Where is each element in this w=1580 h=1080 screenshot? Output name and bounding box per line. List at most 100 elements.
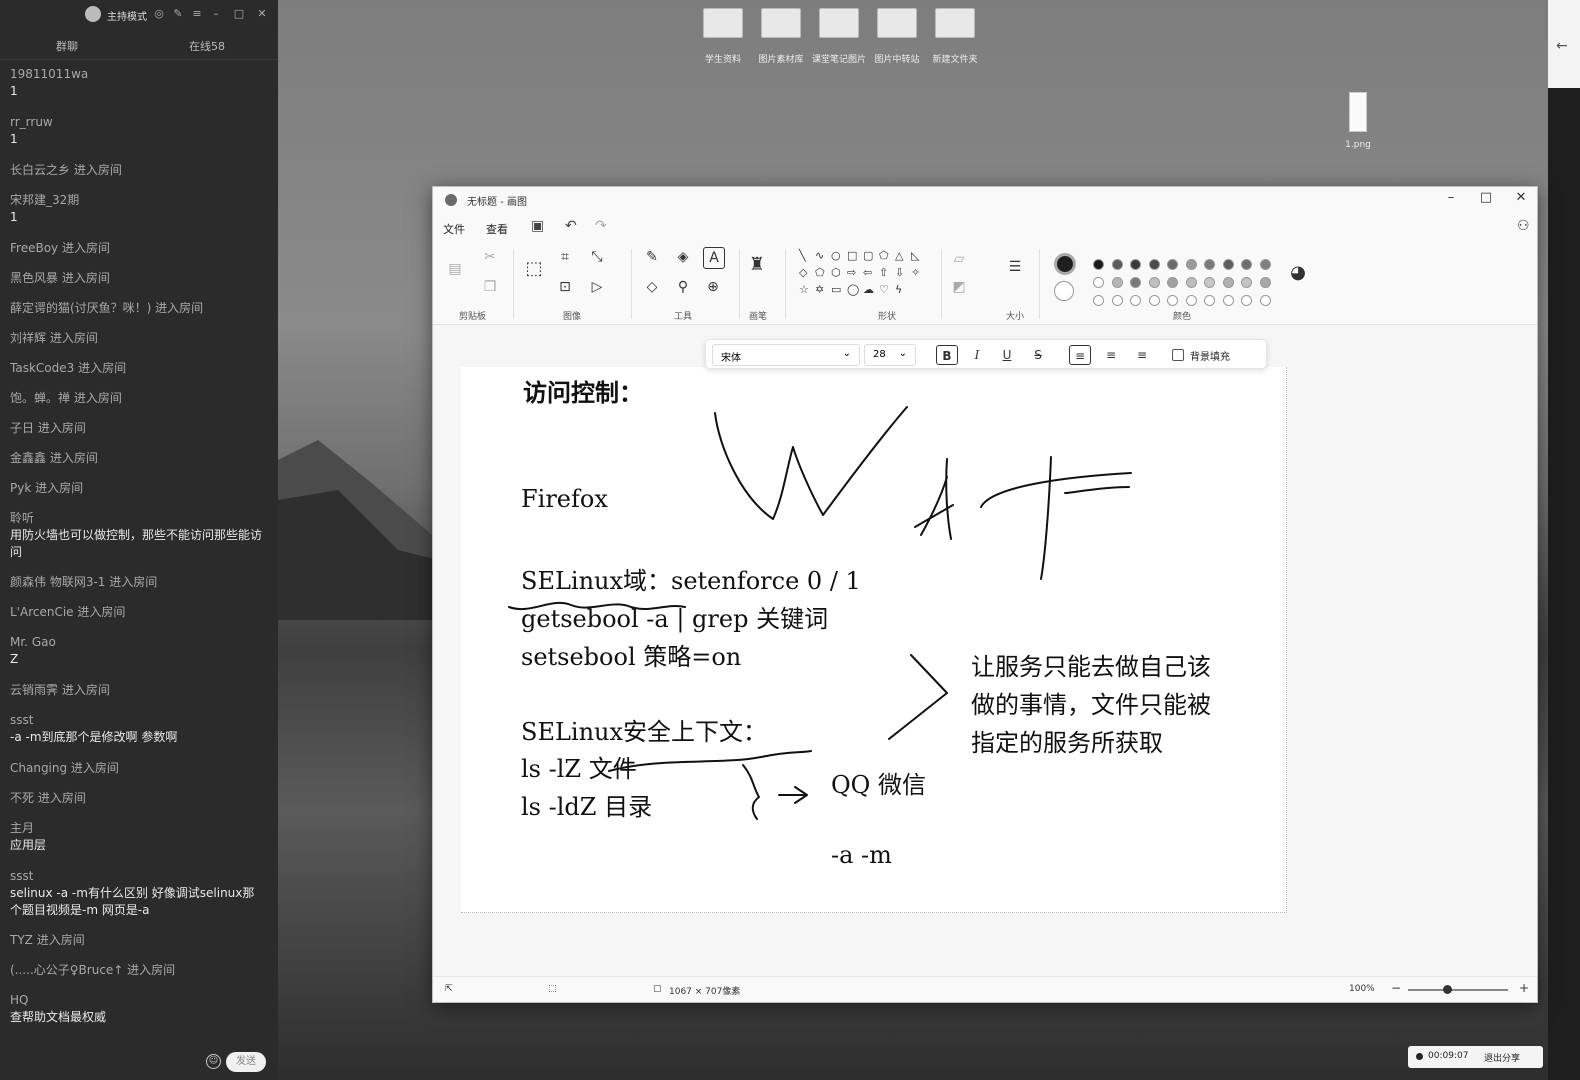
shapes-gallery[interactable]: ╲ ∿ ○ □ ▢ ⬠ △ ◺ ◇ ⬠ ⬡ ⇨ ⇦ ⇧ ⇩ ✧ ☆ ✡ ▭ ◯ … — [795, 249, 935, 305]
emoji-icon[interactable]: ☺ — [206, 1054, 221, 1069]
strikethrough-button[interactable]: S — [1027, 345, 1049, 365]
font-size-select[interactable]: 28 ⌄ — [864, 344, 916, 366]
share-icon[interactable]: ⚇ — [1517, 218, 1530, 234]
palette-color-swatch[interactable] — [1185, 295, 1197, 306]
line-size-icon[interactable]: ☰ — [1005, 257, 1025, 277]
shape-fill-icon[interactable]: ◩ — [949, 277, 969, 297]
close-button[interactable]: ✕ — [1506, 190, 1536, 205]
image-select-icon[interactable]: ⊡ — [555, 277, 575, 297]
callout-rect-shape-icon[interactable]: ▭ — [831, 283, 841, 296]
color-1-swatch[interactable] — [1054, 253, 1076, 275]
align-right-icon[interactable]: ≡ — [1131, 345, 1153, 365]
zoom-slider-handle[interactable] — [1443, 985, 1452, 994]
right-triangle-shape-icon[interactable]: ◺ — [911, 249, 919, 262]
cut-icon[interactable]: ✂ — [480, 247, 500, 267]
outline-icon[interactable]: ▱ — [949, 249, 969, 269]
arrow-down-shape-icon[interactable]: ⇩ — [895, 266, 904, 279]
zoom-slider[interactable] — [1408, 989, 1508, 991]
palette-color-swatch[interactable] — [1222, 277, 1234, 288]
palette-color-swatch[interactable] — [1148, 277, 1160, 288]
palette-color-swatch[interactable] — [1259, 277, 1271, 288]
menu-file[interactable]: 文件 — [443, 221, 465, 237]
palette-color-swatch[interactable] — [1222, 295, 1234, 306]
arrow-up-shape-icon[interactable]: ⇧ — [879, 266, 888, 279]
pentagon-shape-icon[interactable]: ⬠ — [815, 266, 825, 279]
resize-icon[interactable]: ⤡ — [587, 247, 607, 267]
underline-button[interactable]: U — [996, 345, 1018, 365]
desktop-folder-icon[interactable]: 课堂笔记图片 — [812, 8, 866, 70]
zoom-in-icon[interactable]: + — [1519, 981, 1529, 995]
heart-shape-icon[interactable]: ♡ — [879, 283, 889, 296]
arrow-right-shape-icon[interactable]: ⇨ — [847, 266, 856, 279]
settings-icon[interactable]: ◎ — [152, 7, 166, 20]
crop-icon[interactable]: ⌗ — [555, 247, 575, 267]
bold-button[interactable]: B — [936, 345, 958, 365]
hexagon-shape-icon[interactable]: ⬡ — [831, 266, 841, 279]
select-icon[interactable]: ⬚ — [524, 259, 544, 279]
arrow-left-shape-icon[interactable]: ⇦ — [863, 266, 872, 279]
palette-color-swatch[interactable] — [1130, 295, 1141, 306]
round-rect-shape-icon[interactable]: ▢ — [863, 249, 873, 262]
tab-online[interactable]: 在线58 — [189, 38, 225, 54]
triangle-shape-icon[interactable]: △ — [895, 249, 903, 262]
maximize-button[interactable]: □ — [1471, 190, 1501, 205]
callout-oval-shape-icon[interactable]: ◯ — [847, 283, 859, 296]
desktop-folder-icon[interactable]: 新建文件夹 — [928, 8, 982, 70]
pencil-icon[interactable]: ✎ — [642, 247, 662, 267]
minimize-icon[interactable]: – — [209, 7, 223, 20]
star6-shape-icon[interactable]: ✡ — [815, 283, 824, 296]
italic-button[interactable]: I — [966, 345, 988, 365]
palette-color-swatch[interactable] — [1167, 277, 1178, 288]
zoom-level[interactable]: 100% — [1349, 984, 1375, 994]
palette-color-swatch[interactable] — [1204, 277, 1215, 288]
close-icon[interactable]: ✕ — [255, 7, 269, 20]
palette-color-swatch[interactable] — [1111, 277, 1123, 288]
rotate-icon[interactable]: ▷ — [587, 277, 607, 297]
palette-color-swatch[interactable] — [1241, 259, 1252, 270]
palette-color-swatch[interactable] — [1111, 259, 1123, 270]
desktop-folder-icon[interactable]: 学生资料 — [696, 8, 750, 70]
palette-color-swatch[interactable] — [1185, 259, 1197, 270]
save-icon[interactable]: ▣ — [531, 218, 544, 234]
brush-icon[interactable]: ♜ — [747, 255, 767, 275]
desktop-folder-icon[interactable]: 图片素材库 — [754, 8, 808, 70]
magnifier-icon[interactable]: ⊕ — [703, 277, 723, 297]
menu-view[interactable]: 查看 — [486, 221, 508, 237]
desktop-file-icon[interactable]: 1.png — [1340, 92, 1376, 150]
lightning-shape-icon[interactable]: ϟ — [895, 283, 902, 296]
star5-shape-icon[interactable]: ☆ — [799, 283, 809, 296]
paste-icon[interactable]: ▤ — [445, 259, 465, 279]
minimize-button[interactable]: – — [1436, 190, 1466, 205]
copy-icon[interactable]: ❐ — [480, 277, 500, 297]
palette-color-swatch[interactable] — [1185, 277, 1197, 288]
callout-cloud-shape-icon[interactable]: ☁ — [863, 283, 874, 296]
eraser-icon[interactable]: ◇ — [642, 277, 662, 297]
palette-color-swatch[interactable] — [1241, 277, 1252, 288]
palette-color-swatch[interactable] — [1259, 295, 1271, 306]
zoom-out-icon[interactable]: − — [1391, 981, 1401, 995]
text-tool-icon[interactable]: A — [703, 247, 725, 269]
palette-color-swatch[interactable] — [1093, 295, 1104, 306]
palette-color-swatch[interactable] — [1093, 259, 1104, 270]
oval-shape-icon[interactable]: ○ — [831, 249, 841, 262]
palette-color-swatch[interactable] — [1259, 259, 1271, 270]
palette-color-swatch[interactable] — [1148, 259, 1160, 270]
palette-color-swatch[interactable] — [1204, 259, 1215, 270]
menu-icon[interactable]: ≡ — [190, 7, 204, 20]
back-arrow-icon[interactable]: ← — [1556, 38, 1568, 54]
palette-color-swatch[interactable] — [1130, 259, 1141, 270]
send-button[interactable]: 发送 — [226, 1052, 266, 1072]
palette-color-swatch[interactable] — [1130, 277, 1141, 288]
palette-color-swatch[interactable] — [1241, 295, 1252, 306]
line-shape-icon[interactable]: ╲ — [799, 249, 806, 262]
maximize-icon[interactable]: □ — [232, 7, 246, 20]
palette-color-swatch[interactable] — [1204, 295, 1215, 306]
drawing-canvas[interactable]: 访问控制： Firefox SELinux域：setenforce 0 / 1 … — [461, 367, 1287, 913]
curve-shape-icon[interactable]: ∿ — [815, 249, 824, 262]
palette-color-swatch[interactable] — [1148, 295, 1160, 306]
rect-shape-icon[interactable]: □ — [847, 249, 857, 262]
star4-shape-icon[interactable]: ✧ — [911, 266, 920, 279]
palette-color-swatch[interactable] — [1093, 277, 1104, 288]
palette-color-swatch[interactable] — [1167, 259, 1178, 270]
redo-icon[interactable]: ↷ — [595, 218, 607, 234]
